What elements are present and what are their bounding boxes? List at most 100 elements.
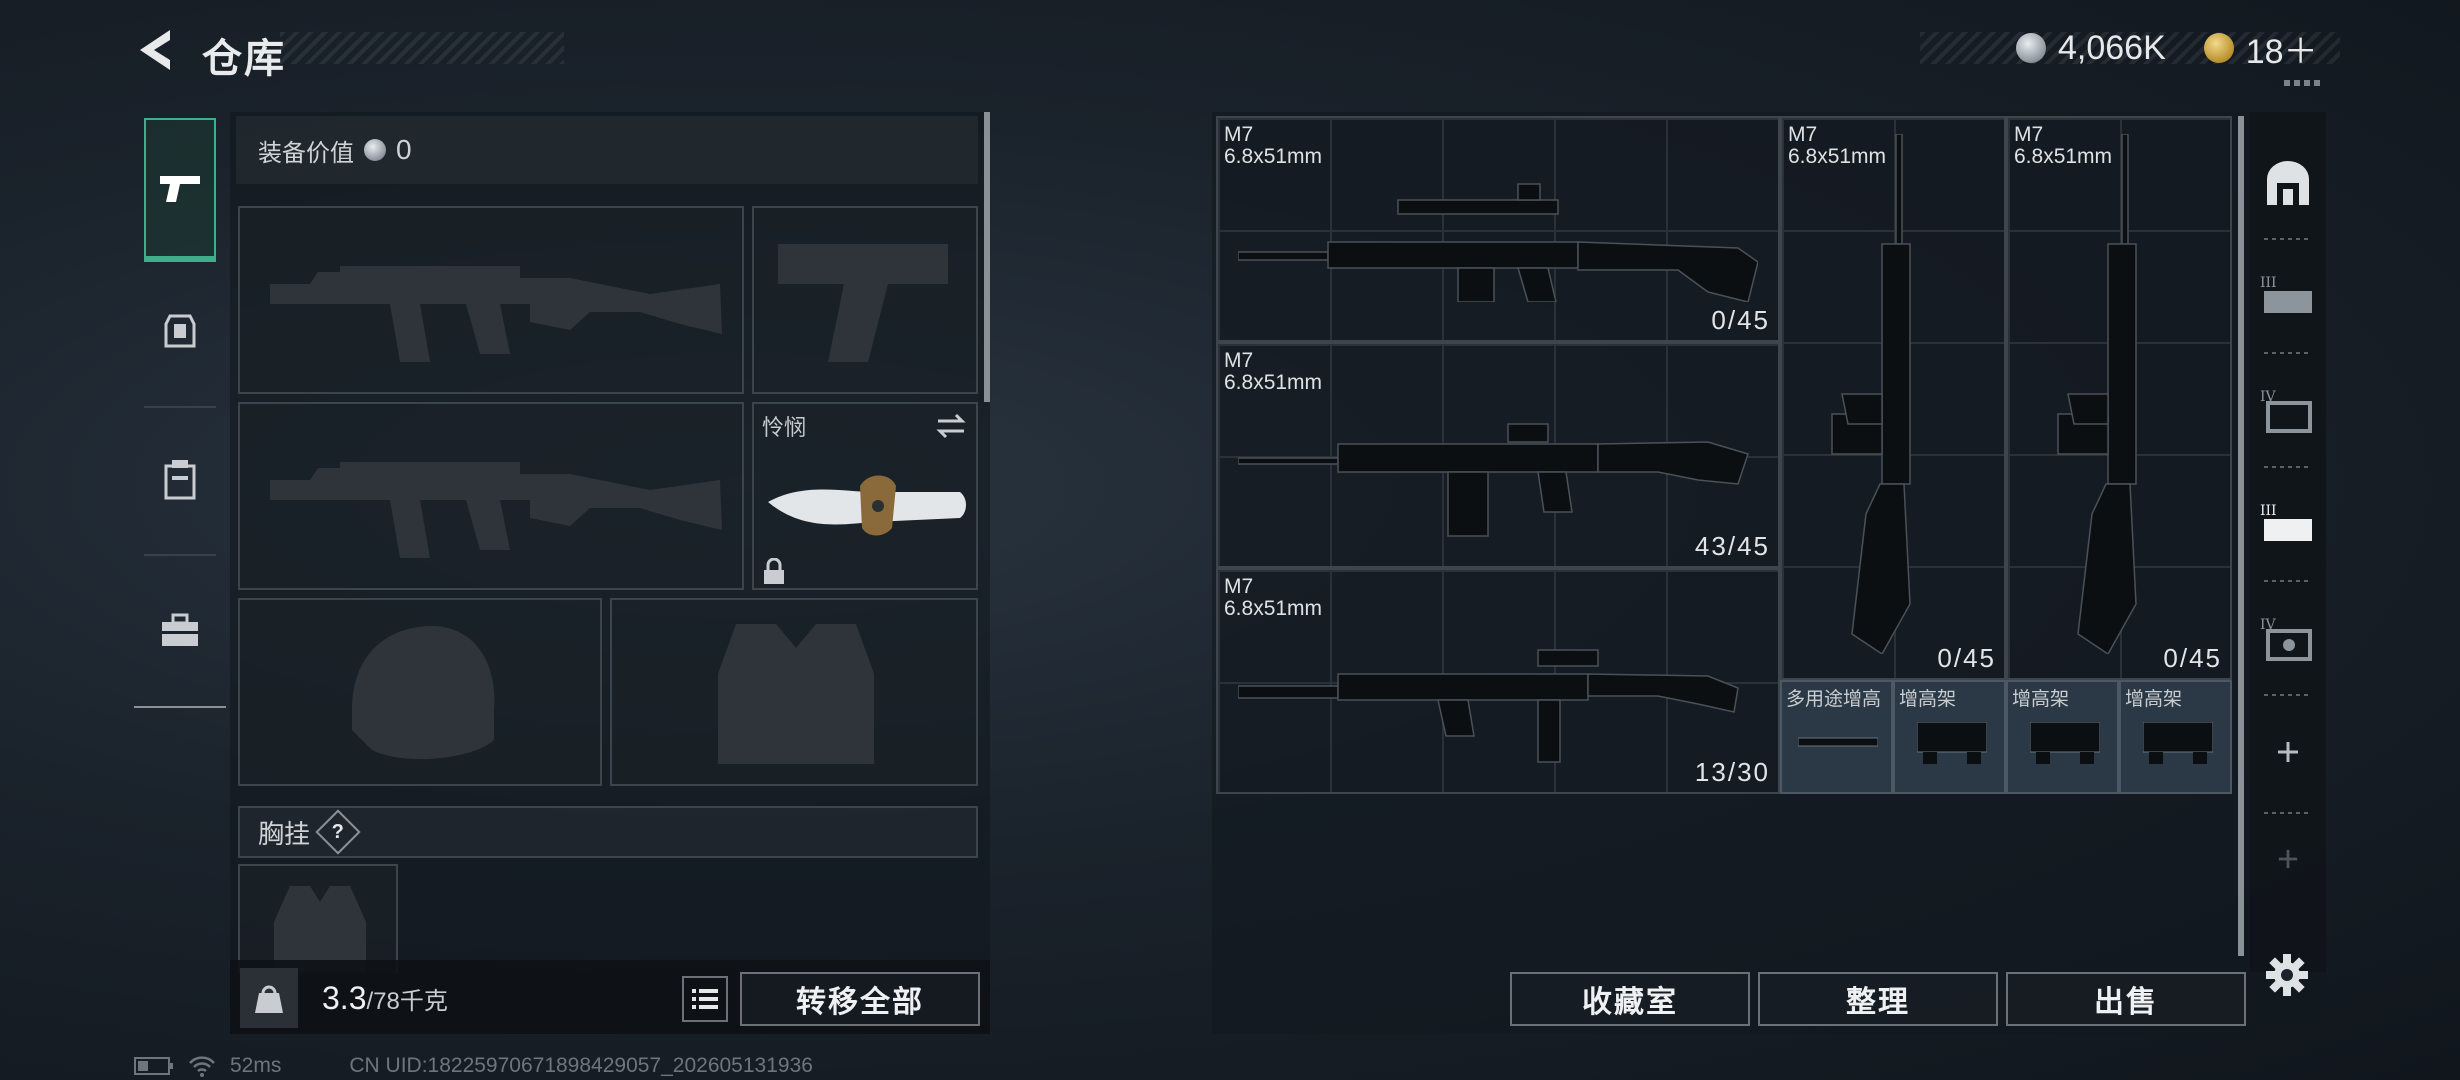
organize-button[interactable]: 整理 (1758, 972, 1998, 1026)
weapon-name: M7 (1224, 349, 1254, 372)
attachment-item[interactable]: 增高架 (1893, 680, 2006, 794)
pistol-slot[interactable] (752, 206, 978, 394)
tab-weapons[interactable] (144, 118, 216, 258)
title-decoration (280, 32, 564, 64)
rifle-icon (1238, 183, 1758, 302)
chest-rig-slot[interactable] (238, 864, 398, 974)
equip-value-label: 装备价值 (258, 139, 354, 167)
riser-rail-icon (1798, 737, 1878, 747)
sell-button[interactable]: 出售 (2006, 972, 2246, 1026)
equip-value-bar: 装备价值 0 (236, 116, 978, 184)
rig-silhouette-icon (274, 886, 366, 972)
rifle-vertical-icon (2057, 134, 2137, 654)
attachment-name: 多用途增高 (1786, 689, 1882, 710)
ammo-count: 43/45 (1694, 531, 1770, 561)
loadout-scrollbar[interactable] (984, 112, 990, 402)
money-coin-icon (2016, 33, 2046, 63)
attachment-name: 增高架 (2012, 689, 2070, 710)
tab-toolbox[interactable] (144, 580, 216, 680)
weapon-item[interactable]: M7 6.8x51mm 13/30 (1216, 568, 1780, 794)
ammo-count: 0/45 (2163, 643, 2222, 673)
weapon-item[interactable]: M7 6.8x51mm 0/45 (1216, 116, 1780, 342)
melee-slot[interactable]: 怜悯 (752, 402, 978, 590)
attachment-item[interactable]: 多用途增高 (1780, 680, 1893, 794)
riser-mount-icon (2143, 722, 2213, 764)
ammo-count: 0/45 (1711, 305, 1770, 335)
battery-icon (134, 1057, 173, 1075)
armor-slot[interactable] (610, 598, 978, 786)
tab-storage-3b[interactable]: III (2250, 474, 2326, 574)
plus-icon (2278, 849, 2298, 869)
rifle-vertical-icon (1831, 134, 1911, 654)
bag-icon (164, 460, 196, 500)
token-coin-icon (2203, 33, 2234, 63)
equip-value: 0 (396, 134, 412, 165)
tab-bag[interactable] (144, 430, 216, 530)
swap-icon[interactable] (934, 412, 968, 440)
add-storage-disabled (2250, 824, 2326, 894)
svg-text:III: III (2260, 503, 2277, 519)
chest-rig-label: 胸挂 (258, 818, 311, 849)
helmet-silhouette-icon (352, 626, 495, 760)
status-bar: 52ms CN UID:18225970671898429057_2026051… (134, 1054, 813, 1078)
svg-text:III: III (2260, 275, 2277, 291)
ammo-count: 0/45 (1937, 643, 1996, 673)
riser-mount-icon (2030, 722, 2100, 764)
storage-tab-sidebar: III IV III IV (2250, 112, 2326, 972)
tab-storage-4b[interactable]: IV (2250, 588, 2326, 688)
weapon-item[interactable]: M7 6.8x51mm 0/45 (2006, 116, 2232, 680)
weight-icon-box (240, 968, 298, 1028)
back-button[interactable] (130, 24, 182, 76)
list-view-button[interactable] (682, 976, 728, 1022)
ammo-count: 13/30 (1694, 757, 1770, 787)
toolbox-icon (162, 613, 198, 646)
page-title: 仓库 (202, 37, 286, 81)
plus-icon (2278, 742, 2298, 762)
attachment-item[interactable]: 增高架 (2119, 680, 2232, 794)
ping-value: 52ms (230, 1054, 282, 1077)
gear-icon (2266, 954, 2308, 996)
collection-button[interactable]: 收藏室 (1510, 972, 1750, 1026)
melee-name: 怜悯 (762, 415, 807, 440)
settings-button[interactable] (2262, 950, 2312, 1000)
helmet-slot[interactable] (238, 598, 602, 786)
rifle-icon (1238, 649, 1739, 763)
chest-rig-header: 胸挂 ? (238, 806, 978, 858)
add-storage-button[interactable] (2250, 712, 2326, 792)
value-coin-icon (364, 139, 386, 161)
tab-storage-4[interactable]: IV (2250, 360, 2326, 460)
tab-armor[interactable] (144, 280, 216, 380)
lock-icon (764, 558, 784, 584)
weight-value: 3.3 (322, 980, 367, 1016)
weapon-item[interactable]: M7 6.8x51mm 0/45 (1780, 116, 2006, 680)
weight-display: 3.3 /78千克 (322, 980, 448, 1017)
primary-weapon-slot[interactable] (238, 206, 744, 394)
dots-indicator (2284, 80, 2324, 86)
wifi-icon (189, 1056, 215, 1077)
backpack-armor-icon (164, 314, 196, 348)
weapon-item[interactable]: M7 6.8x51mm 43/45 (1216, 342, 1780, 568)
vault-icon (2267, 161, 2309, 205)
tab-storage-all[interactable] (2250, 132, 2326, 232)
storage-crate-iii-active-icon: III (2260, 503, 2312, 541)
weapon-name: M7 (1224, 575, 1254, 598)
secondary-weapon-slot[interactable] (238, 402, 744, 590)
loadout-tab-sidebar (134, 110, 226, 710)
attachment-name: 增高架 (1899, 689, 1957, 710)
riser-mount-icon (1917, 722, 1987, 764)
back-arrow-icon (140, 30, 170, 70)
weight-icon (255, 985, 283, 1013)
pistol-silhouette-icon (778, 244, 948, 362)
help-button[interactable]: ? (315, 809, 361, 855)
tab-storage-3[interactable]: III (2250, 246, 2326, 346)
transfer-all-button[interactable]: 转移全部 (740, 972, 980, 1026)
list-icon (692, 989, 718, 1009)
currency-display: 4,066K 18＋ (2016, 24, 2318, 72)
help-mark: ? (331, 820, 345, 843)
vest-silhouette-icon (718, 624, 874, 764)
storage-scrollbar[interactable] (2238, 116, 2244, 956)
uid-text: CN UID:18225970671898429057_202605131936 (349, 1054, 813, 1077)
weight-capacity: /78千克 (366, 988, 448, 1015)
attachment-item[interactable]: 增高架 (2006, 680, 2119, 794)
storage-crate-iii-icon: III (2260, 275, 2312, 313)
